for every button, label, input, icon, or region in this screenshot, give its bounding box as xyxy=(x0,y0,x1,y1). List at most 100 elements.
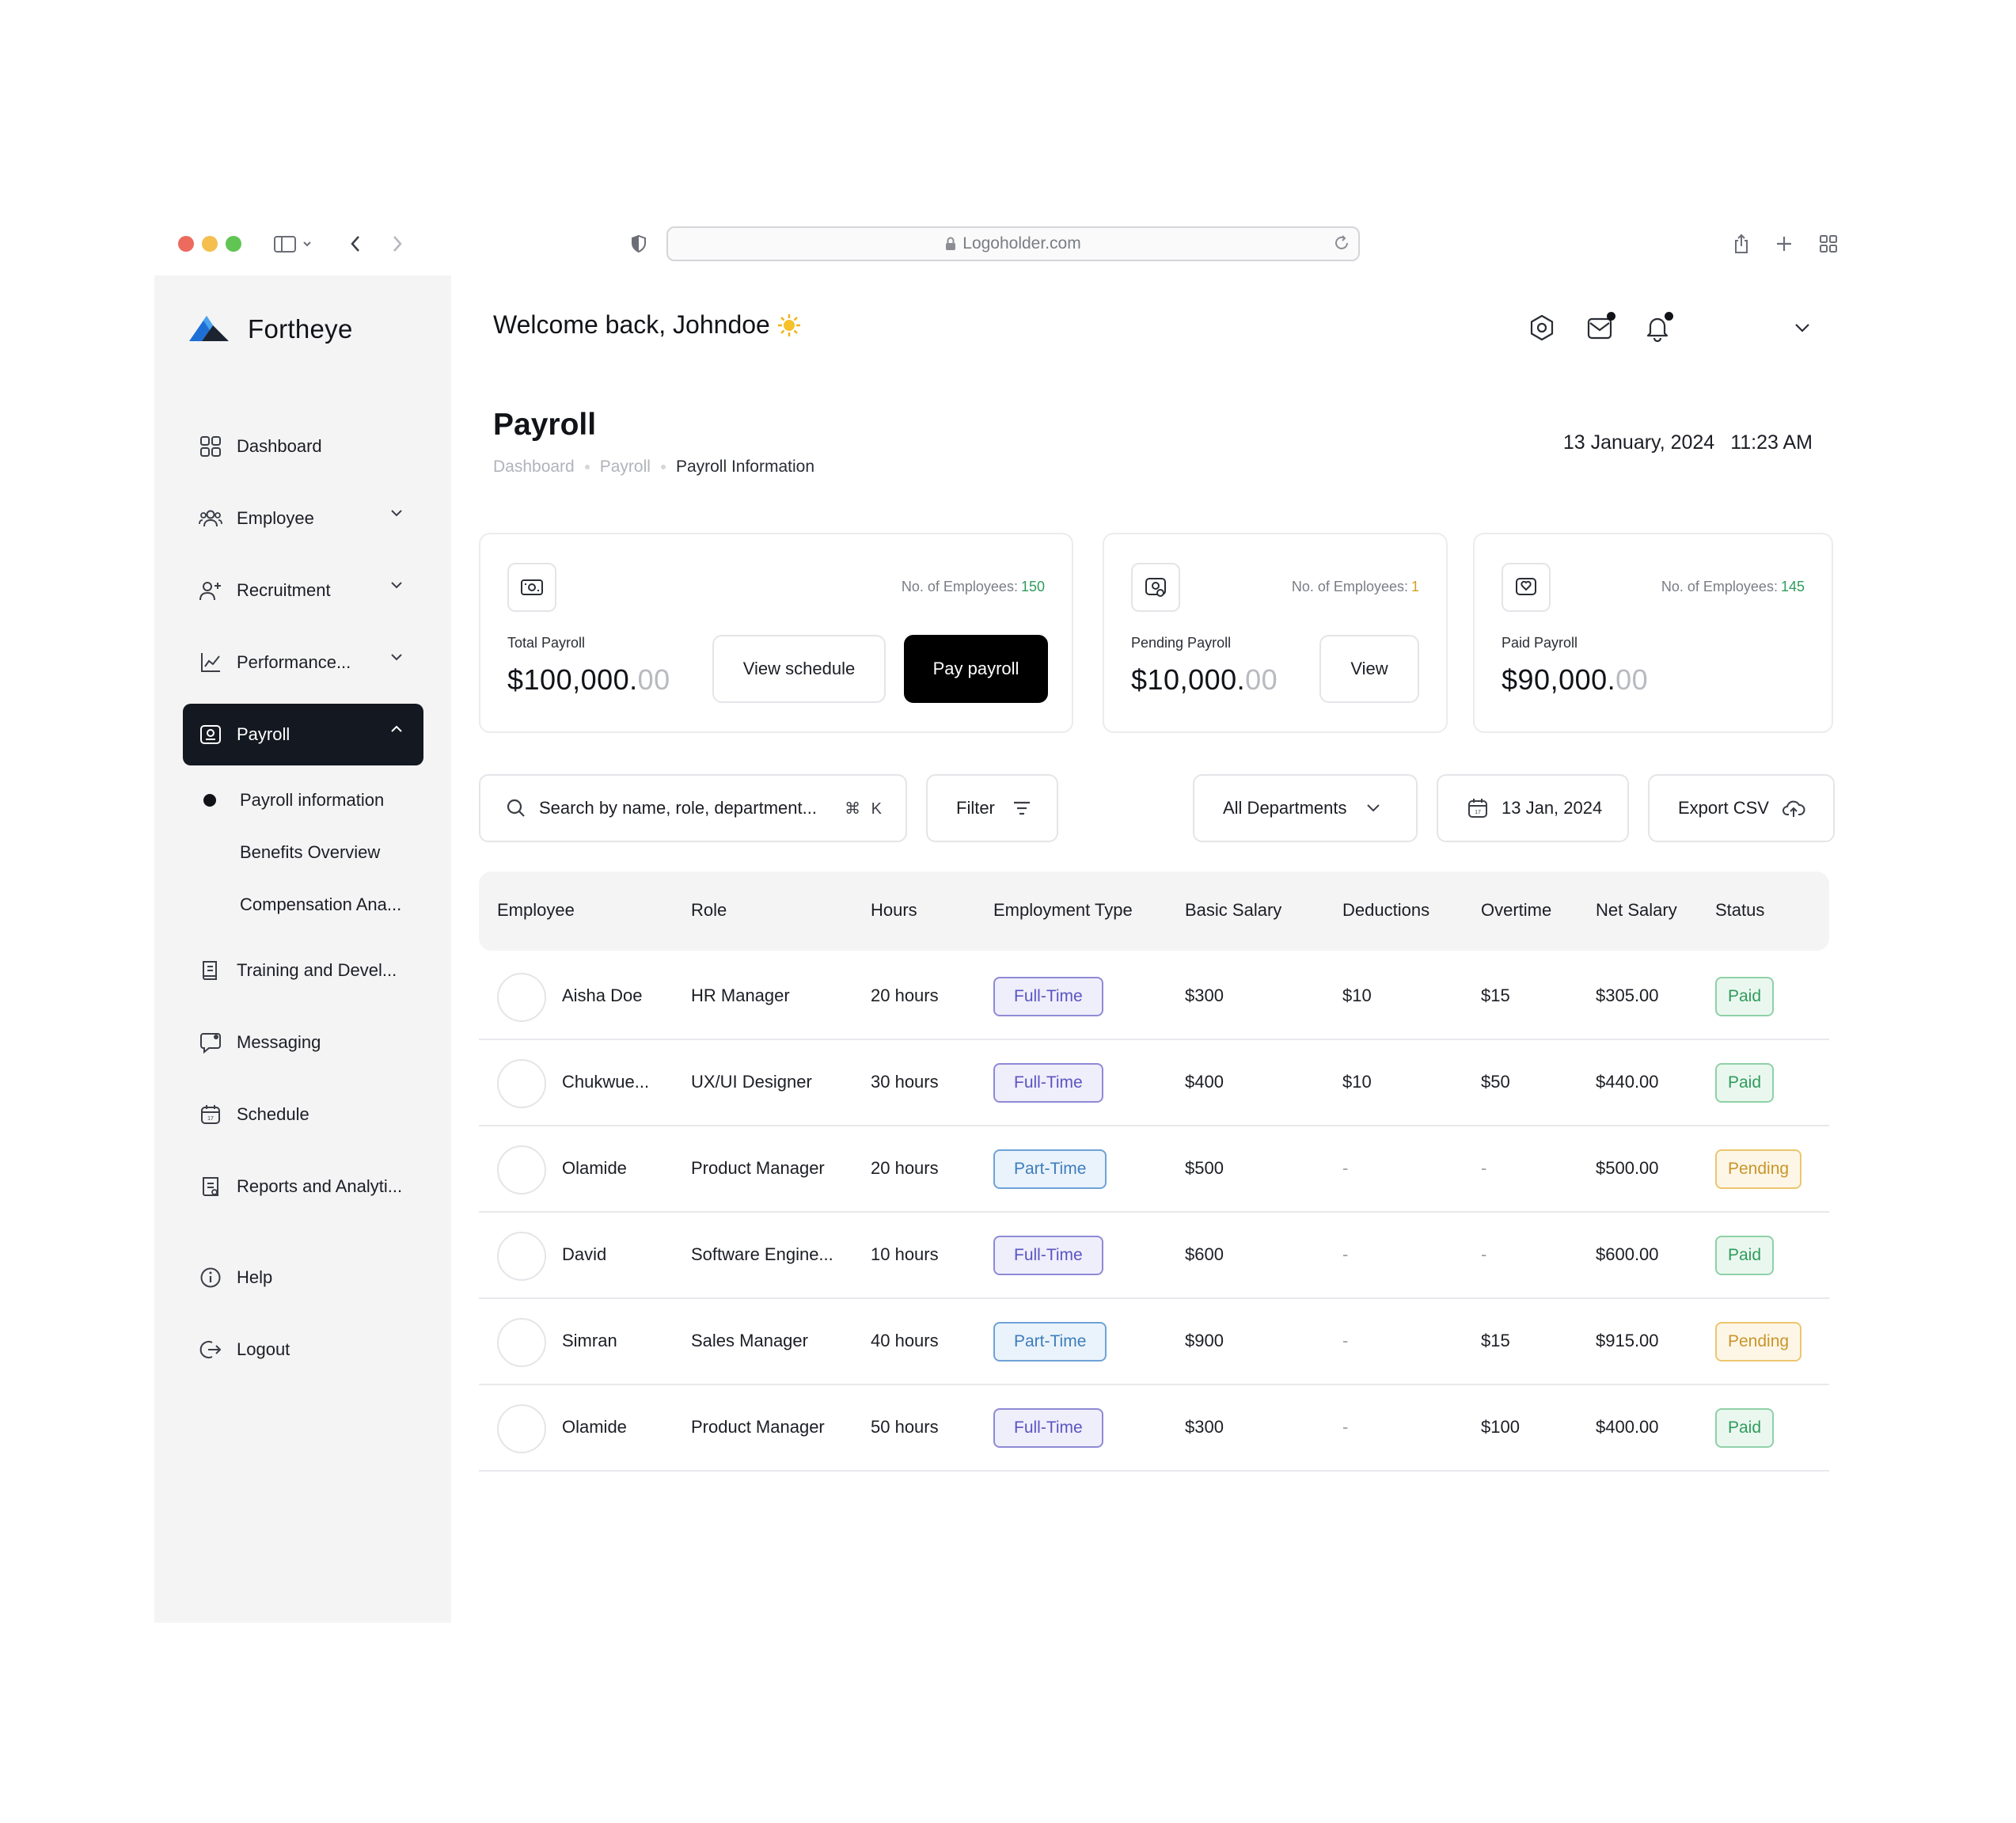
pay-payroll-button[interactable]: Pay payroll xyxy=(904,635,1048,703)
sidebar-toggle-icon[interactable] xyxy=(270,230,317,257)
avatar xyxy=(497,973,546,1022)
sidebar-item-dashboard[interactable]: Dashboard xyxy=(183,416,423,477)
forward-icon[interactable] xyxy=(384,230,411,257)
table-row[interactable]: Olamide Product Manager 50 hours Full-Ti… xyxy=(479,1385,1829,1472)
back-icon[interactable] xyxy=(342,230,369,257)
add-user-icon xyxy=(199,579,222,602)
bell-icon[interactable] xyxy=(1640,310,1675,345)
filter-label: Filter xyxy=(956,798,995,818)
breadcrumb: Dashboard Payroll Payroll Information xyxy=(493,458,814,477)
sidebar-item-employee[interactable]: Employee xyxy=(183,488,423,549)
date-picker[interactable]: 17 13 Jan, 2024 xyxy=(1437,774,1629,842)
basic-salary: $600 xyxy=(1185,1244,1224,1264)
sidebar-item-label: Schedule xyxy=(237,1104,309,1124)
search-box[interactable]: Search by name, role, department... ⌘ K xyxy=(479,774,907,842)
card-label: Paid Payroll xyxy=(1502,635,1578,651)
sidebar-item-reports[interactable]: Reports and Analyti... xyxy=(183,1156,423,1217)
sidebar-subitem-payroll-information[interactable]: Payroll information xyxy=(203,784,384,816)
employee-hours: 30 hours xyxy=(871,1072,939,1092)
filter-button[interactable]: Filter xyxy=(926,774,1058,842)
column-header-net-salary[interactable]: Net Salary xyxy=(1596,900,1677,921)
sidebar-item-training[interactable]: Training and Devel... xyxy=(183,940,423,1001)
sidebar-item-messaging[interactable]: Messaging xyxy=(183,1012,423,1073)
chevron-down-icon xyxy=(1366,803,1380,813)
settings-icon[interactable] xyxy=(1524,310,1559,345)
sidebar-subitem-compensation-analysis[interactable]: Compensation Ana... xyxy=(240,889,401,921)
avatar xyxy=(497,1145,546,1194)
window-close-button[interactable] xyxy=(178,236,194,252)
sidebar-item-help[interactable]: Help xyxy=(183,1247,423,1308)
table-header: Employee Role Hours Employment Type Basi… xyxy=(479,872,1829,951)
view-schedule-button[interactable]: View schedule xyxy=(712,635,886,703)
sidebar-item-schedule[interactable]: 17 Schedule xyxy=(183,1084,423,1145)
reload-icon[interactable] xyxy=(1333,234,1350,252)
employee-count-value: 1 xyxy=(1410,579,1419,594)
brand[interactable]: Fortheye xyxy=(186,307,353,351)
net-salary: $600.00 xyxy=(1596,1244,1659,1264)
column-header-basic-salary[interactable]: Basic Salary xyxy=(1185,900,1281,921)
new-tab-icon[interactable] xyxy=(1771,230,1798,257)
export-csv-label: Export CSV xyxy=(1678,798,1769,818)
view-button[interactable]: View xyxy=(1319,635,1419,703)
column-header-hours[interactable]: Hours xyxy=(871,900,917,921)
share-icon[interactable] xyxy=(1728,230,1755,257)
sidebar-item-label: Recruitment xyxy=(237,580,331,600)
total-payroll-card: No. of Employees: 150 Total Payroll $100,… xyxy=(479,533,1073,733)
breadcrumb-dashboard[interactable]: Dashboard xyxy=(493,458,575,477)
privacy-shield-icon[interactable] xyxy=(625,230,652,257)
column-header-deductions[interactable]: Deductions xyxy=(1342,900,1429,921)
window-maximize-button[interactable] xyxy=(226,236,241,252)
breadcrumb-payroll[interactable]: Payroll xyxy=(600,458,651,477)
column-header-employment-type[interactable]: Employment Type xyxy=(993,900,1133,921)
sidebar-item-recruitment[interactable]: Recruitment xyxy=(183,560,423,621)
table-row[interactable]: David Software Engine... 10 hours Full-T… xyxy=(479,1213,1829,1299)
column-header-overtime[interactable]: Overtime xyxy=(1481,900,1551,921)
mail-icon[interactable] xyxy=(1582,310,1617,345)
overtime: - xyxy=(1481,1158,1487,1178)
dashboard-icon xyxy=(199,435,222,458)
window-minimize-button[interactable] xyxy=(202,236,218,252)
department-select[interactable]: All Departments xyxy=(1193,774,1418,842)
sidebar-item-payroll[interactable]: Payroll xyxy=(183,704,423,765)
employee-count: No. of Employees: 145 xyxy=(1661,579,1805,595)
search-input[interactable]: Search by name, role, department... xyxy=(539,798,817,818)
amount-main: $100,000. xyxy=(507,663,638,696)
export-csv-button[interactable]: Export CSV xyxy=(1648,774,1835,842)
table-row[interactable]: Simran Sales Manager 40 hours Part-Time … xyxy=(479,1299,1829,1385)
sidebar-item-label: Payroll xyxy=(237,724,290,744)
basic-salary: $300 xyxy=(1185,1417,1224,1437)
deductions: - xyxy=(1342,1158,1349,1178)
employee-role: Software Engine... xyxy=(691,1244,833,1264)
employee-count-value: 150 xyxy=(1020,579,1045,594)
address-bar[interactable]: Logoholder.com xyxy=(666,226,1360,261)
sidebar-item-label: Help xyxy=(237,1267,273,1287)
net-salary: $500.00 xyxy=(1596,1158,1659,1178)
deductions: - xyxy=(1342,1417,1349,1437)
browser-toolbar: Logoholder.com xyxy=(154,218,1876,273)
card-amount: $100,000.00 xyxy=(507,663,670,697)
employee-count: No. of Employees: 1 xyxy=(1292,579,1419,595)
employee-hours: 20 hours xyxy=(871,986,939,1005)
welcome-message: Welcome back, Johndoe xyxy=(493,310,802,340)
pending-payroll-card: No. of Employees: 1 Pending Payroll $10,0… xyxy=(1103,533,1448,733)
employee-hours: 10 hours xyxy=(871,1244,939,1264)
tab-overview-icon[interactable] xyxy=(1815,230,1842,257)
breadcrumb-current: Payroll Information xyxy=(675,458,815,476)
money-icon xyxy=(507,563,556,612)
overtime: $15 xyxy=(1481,986,1510,1005)
column-header-employee[interactable]: Employee xyxy=(497,900,575,921)
employee-hours: 50 hours xyxy=(871,1417,939,1437)
table-row[interactable]: Chukwue... UX/UI Designer 30 hours Full-… xyxy=(479,1040,1829,1126)
table-row[interactable]: Olamide Product Manager 20 hours Part-Ti… xyxy=(479,1126,1829,1213)
search-shortcut: ⌘ K xyxy=(845,799,885,818)
column-header-status[interactable]: Status xyxy=(1715,900,1764,921)
column-header-role[interactable]: Role xyxy=(691,900,727,921)
sidebar-subitem-label: Benefits Overview xyxy=(240,842,381,862)
chat-icon xyxy=(199,1031,222,1054)
card-label: Pending Payroll xyxy=(1131,635,1232,651)
profile-menu-chevron-icon[interactable] xyxy=(1785,310,1820,345)
sidebar-subitem-benefits-overview[interactable]: Benefits Overview xyxy=(240,837,380,868)
sidebar-item-logout[interactable]: Logout xyxy=(183,1319,423,1381)
table-row[interactable]: Aisha Doe HR Manager 20 hours Full-Time … xyxy=(479,954,1829,1040)
sidebar-item-performance[interactable]: Performance... xyxy=(183,632,423,693)
